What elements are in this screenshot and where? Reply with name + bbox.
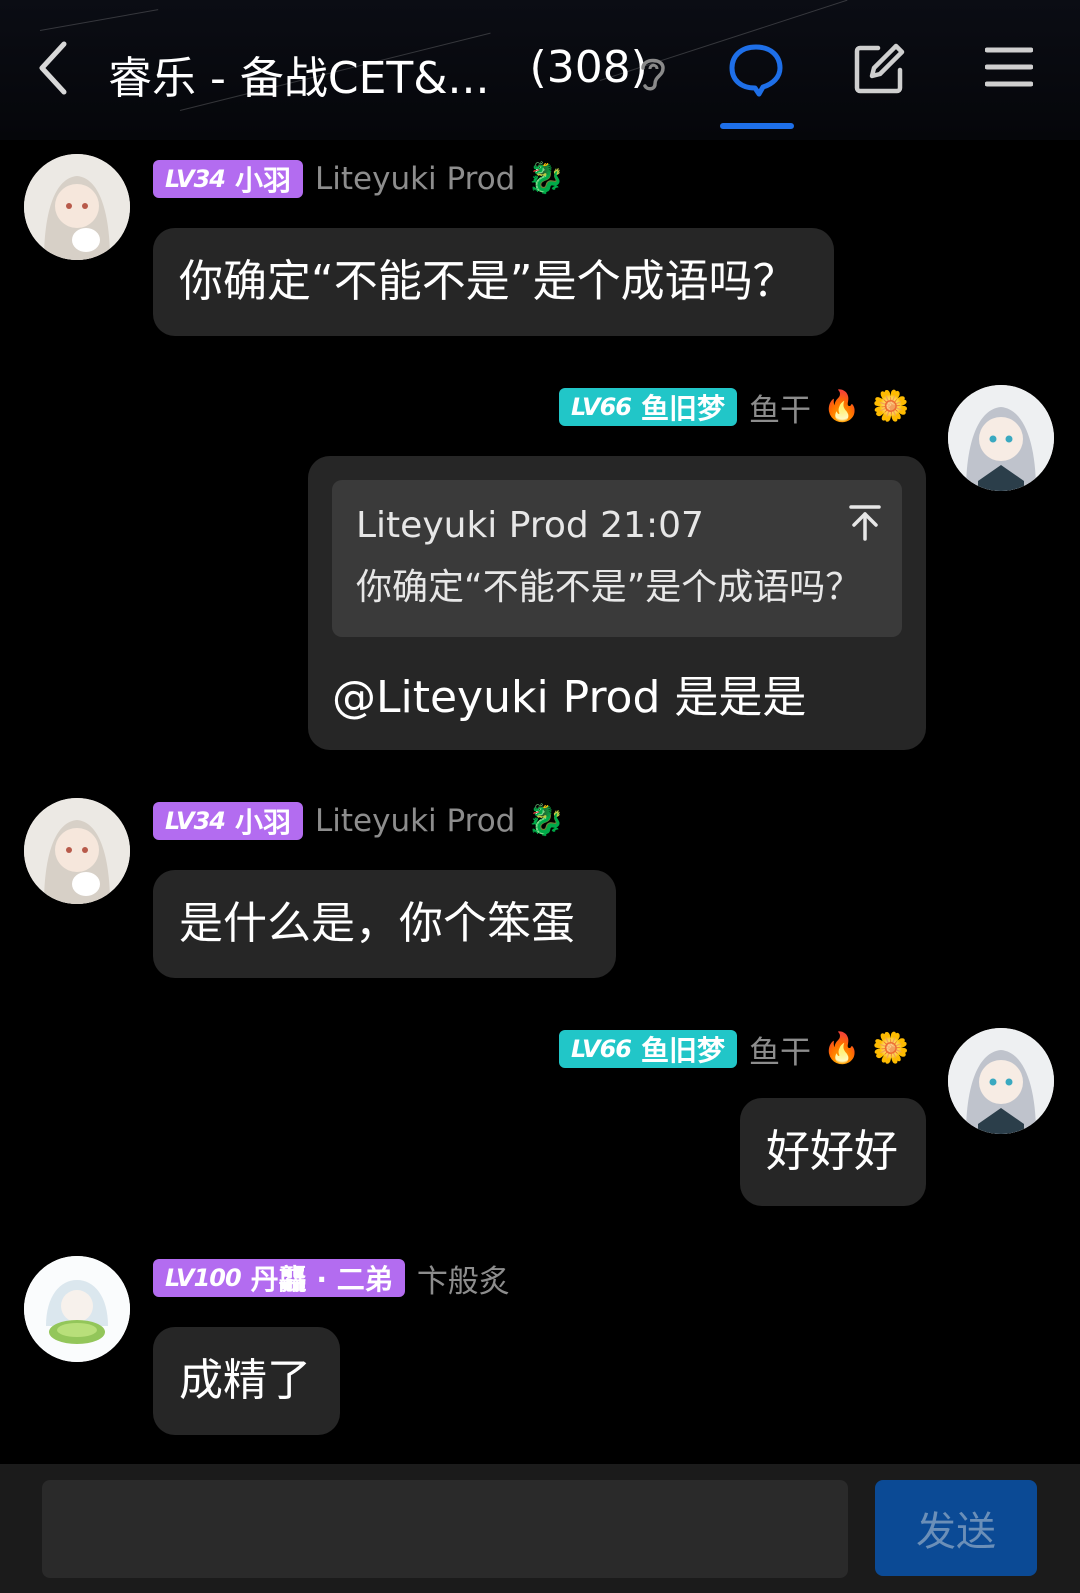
reply-message-bubble[interactable]: Liteyuki Prod 21:07 你确定“不能不是”是个成语吗？ @Lit…	[308, 456, 926, 750]
dragon-emoji-icon: 🐉	[527, 161, 565, 196]
dragon-emoji-icon: 🐉	[527, 803, 565, 838]
fire-emoji-icon: 🔥	[822, 1031, 861, 1066]
edit-icon[interactable]	[850, 40, 908, 98]
message-bubble[interactable]: 成精了	[153, 1327, 340, 1435]
sender-nickname[interactable]: Liteyuki Prod	[315, 803, 515, 839]
quote-author-time: Liteyuki Prod 21:07	[356, 505, 704, 546]
composer-bar: 发送	[0, 1464, 1080, 1593]
chat-title-row[interactable]: 睿乐 - 备战CET&... (308)	[108, 42, 648, 106]
sender-nickname[interactable]: Liteyuki Prod	[315, 161, 515, 197]
ear-icon[interactable]	[632, 50, 672, 94]
chevron-left-icon[interactable]	[28, 36, 78, 100]
message-bubble[interactable]: 是什么是，你个笨蛋	[153, 870, 616, 978]
level-badge: LV100 丹龘 · 二弟	[153, 1259, 405, 1297]
level-badge: LV66 鱼旧梦	[559, 1030, 737, 1068]
quoted-message[interactable]: Liteyuki Prod 21:07 你确定“不能不是”是个成语吗？	[332, 480, 902, 637]
avatar[interactable]	[948, 385, 1054, 491]
avatar[interactable]	[24, 798, 130, 904]
group-name: 睿乐 - 备战CET&...	[108, 53, 490, 104]
sender-nickname[interactable]: 鱼干	[749, 1027, 811, 1072]
sender-meta: LV100 丹龘 · 二弟 卞般炙	[153, 1259, 510, 1300]
avatar[interactable]	[24, 1256, 130, 1362]
avatar[interactable]	[948, 1028, 1054, 1134]
reply-text: @Liteyuki Prod 是是是	[332, 672, 807, 723]
message-bubble[interactable]: 好好好	[740, 1098, 926, 1206]
send-button[interactable]: 发送	[875, 1480, 1037, 1576]
sender-nickname[interactable]: 鱼干	[749, 385, 811, 430]
chat-bubble-icon[interactable]	[726, 40, 786, 100]
hamburger-menu-icon[interactable]	[984, 42, 1034, 92]
flower-emoji-icon: 🌼	[872, 389, 910, 424]
sender-meta: LV34 小羽 Liteyuki Prod 🐉	[153, 802, 565, 840]
level-badge: LV34 小羽	[153, 802, 303, 840]
chat-header: 睿乐 - 备战CET&... (308)	[0, 0, 1080, 140]
sender-nickname[interactable]: 卞般炙	[417, 1256, 510, 1301]
level-badge: LV34 小羽	[153, 160, 303, 198]
sender-meta: LV34 小羽 Liteyuki Prod 🐉	[153, 160, 565, 198]
arrow-to-top-icon[interactable]	[848, 502, 882, 555]
fire-emoji-icon: 🔥	[822, 389, 861, 424]
avatar[interactable]	[24, 154, 130, 260]
level-badge: LV66 鱼旧梦	[559, 388, 737, 426]
message-bubble[interactable]: 你确定“不能不是”是个成语吗？	[153, 228, 834, 336]
message-input[interactable]	[42, 1480, 848, 1578]
active-tab-indicator	[720, 123, 794, 129]
sender-meta: LV66 鱼旧梦 鱼干 🔥 🌼	[559, 388, 910, 429]
sender-meta: LV66 鱼旧梦 鱼干 🔥 🌼	[559, 1030, 910, 1071]
flower-emoji-icon: 🌼	[872, 1031, 910, 1066]
quote-text: 你确定“不能不是”是个成语吗？	[356, 567, 862, 608]
member-count: (308)	[529, 42, 648, 93]
